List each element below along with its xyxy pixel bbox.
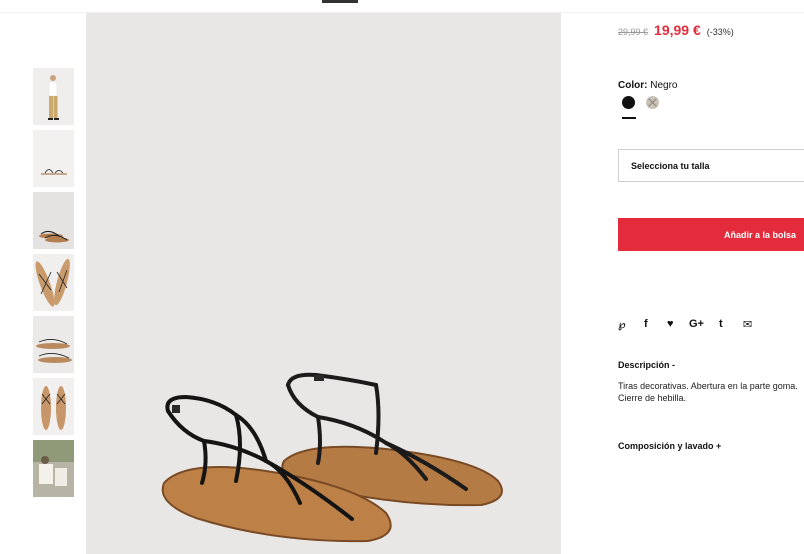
thumbnail-pair-view[interactable] bbox=[33, 316, 74, 373]
pinterest-icon[interactable]: ℘ bbox=[618, 318, 626, 331]
add-to-bag-label: Añadir a la bolsa bbox=[724, 230, 797, 240]
top-nav-indicator bbox=[322, 0, 358, 3]
sandal-illustration bbox=[86, 13, 561, 554]
thumbnail-side-view[interactable] bbox=[33, 130, 74, 187]
twitter-icon[interactable]: ♥ bbox=[667, 318, 674, 330]
facebook-icon[interactable]: f bbox=[644, 318, 648, 330]
sale-price: 19,99 € bbox=[654, 22, 701, 38]
thumbnail-gallery bbox=[33, 68, 74, 502]
thumbnail-model[interactable] bbox=[33, 68, 74, 125]
description-text: Tiras decorativas. Abertura en la parte … bbox=[618, 381, 798, 403]
thumbnail-lifestyle[interactable] bbox=[33, 440, 74, 497]
description-toggle[interactable]: Descripción - bbox=[618, 360, 675, 370]
swatch-black[interactable] bbox=[622, 96, 635, 109]
price-row: 29,99 € 19,99 € (-33%) bbox=[618, 22, 734, 40]
swatch-grey[interactable] bbox=[646, 96, 659, 109]
add-to-bag-button[interactable]: Añadir a la bolsa bbox=[618, 218, 804, 251]
thumbnail-sole-view[interactable] bbox=[33, 378, 74, 435]
size-placeholder: Selecciona tu talla bbox=[631, 161, 710, 171]
selected-swatch-underline bbox=[622, 117, 636, 119]
product-main-image[interactable] bbox=[86, 13, 561, 554]
composition-toggle[interactable]: Composición y lavado + bbox=[618, 441, 721, 451]
size-selector[interactable]: Selecciona tu talla bbox=[618, 149, 804, 182]
old-price: 29,99 € bbox=[618, 27, 649, 37]
thumbnail-top-view[interactable] bbox=[33, 254, 74, 311]
google-plus-icon[interactable]: G+ bbox=[689, 318, 704, 330]
tumblr-icon[interactable]: t bbox=[719, 318, 723, 330]
email-icon[interactable]: ✉ bbox=[743, 318, 752, 331]
color-label-row: Color: Negro bbox=[618, 80, 677, 91]
thumbnail-front-view[interactable] bbox=[33, 192, 74, 249]
color-value: Negro bbox=[650, 80, 678, 91]
color-label: Color: bbox=[618, 80, 648, 91]
discount-badge: (-33%) bbox=[706, 27, 734, 37]
